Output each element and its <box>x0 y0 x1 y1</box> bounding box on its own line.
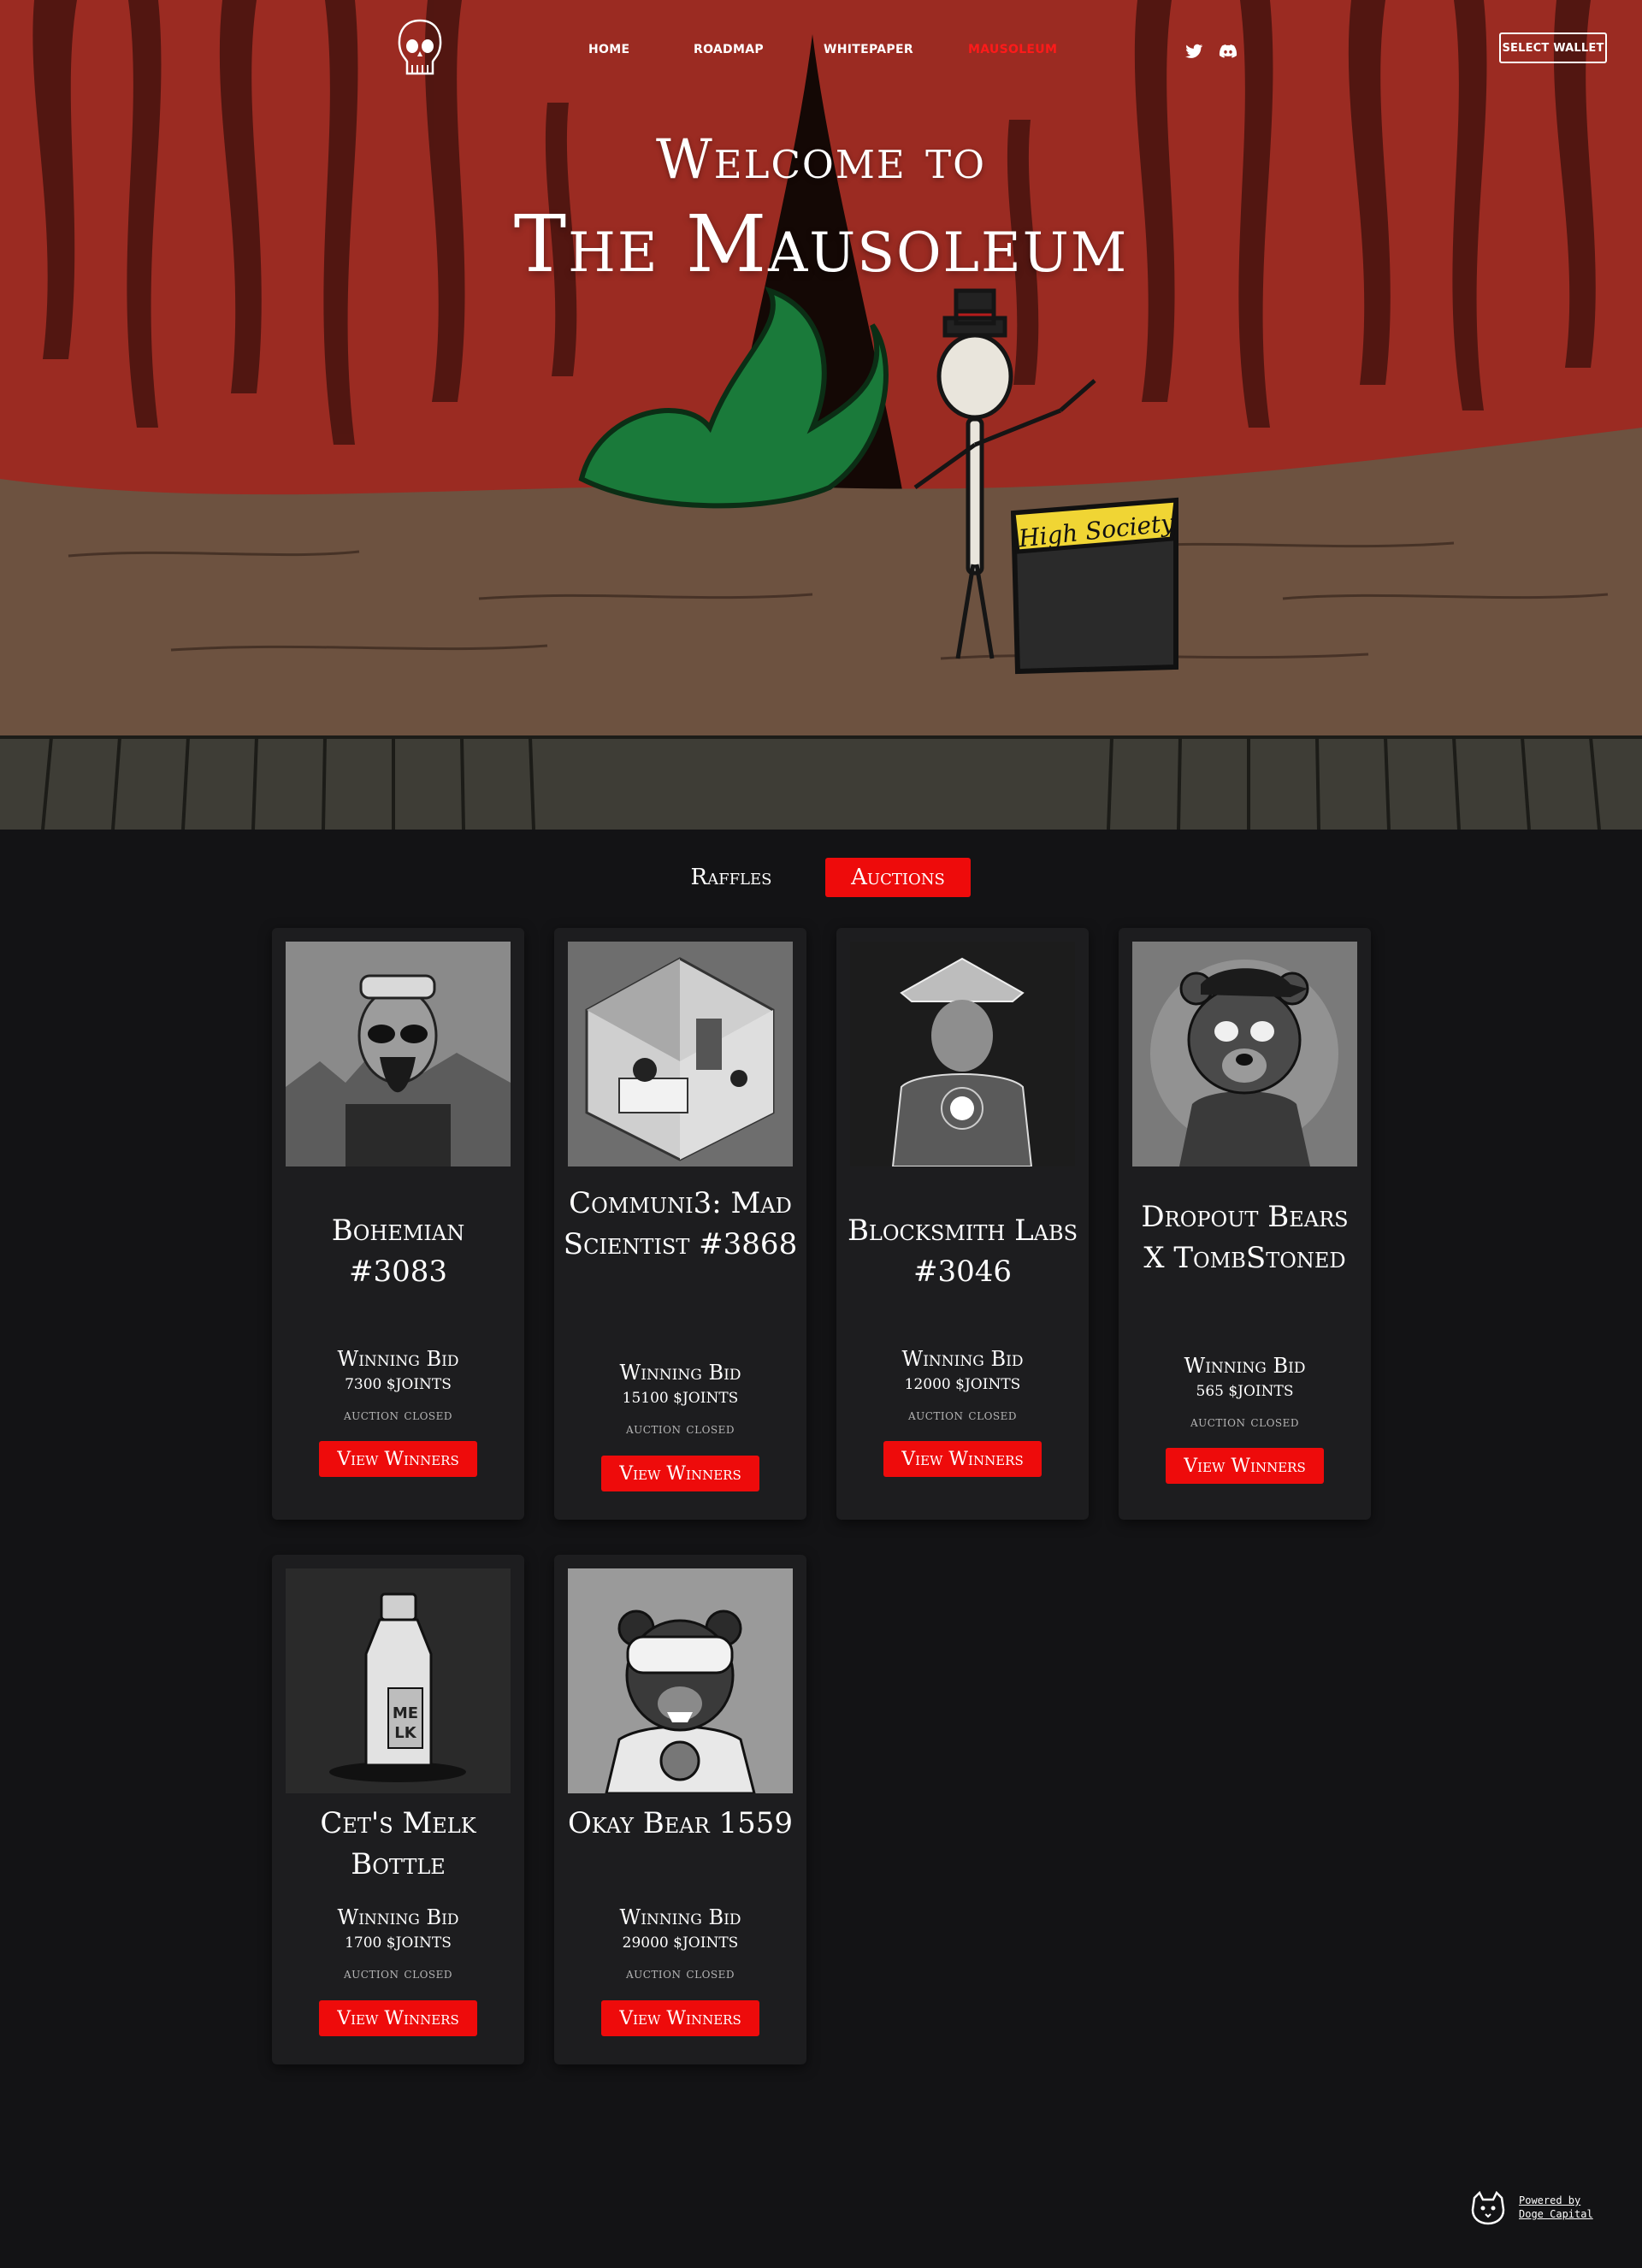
hero-banner: High Society HOME ROADMAP WHITEPAPER MAU… <box>0 0 1642 830</box>
nav-mausoleum[interactable]: MAUSOLEUM <box>968 43 1057 56</box>
nft-image <box>568 942 793 1166</box>
winning-bid-label: Winning Bid <box>619 1361 741 1385</box>
auction-status: auction closed <box>625 1420 735 1438</box>
card-title: Communi3: Mad Scientist #3868 <box>563 1186 798 1261</box>
nft-image <box>568 1568 793 1793</box>
nav-home[interactable]: HOME <box>588 43 629 56</box>
auction-card: Okay Bear 1559 Winning Bid 29000 $JOINTS… <box>554 1555 806 2064</box>
card-title: Dropout Bears X TombStoned <box>1141 1200 1349 1275</box>
nav-roadmap[interactable]: ROADMAP <box>694 43 764 56</box>
nft-image <box>850 942 1075 1166</box>
card-title: Blocksmith Labs #3046 <box>847 1214 1078 1289</box>
view-winners-button[interactable]: View Winners <box>601 2000 759 2036</box>
svg-text:ME: ME <box>393 1704 418 1722</box>
nav-whitepaper[interactable]: WHITEPAPER <box>824 43 913 56</box>
winning-bid-label: Winning Bid <box>337 1347 459 1371</box>
view-winners-button[interactable]: View Winners <box>883 1441 1042 1477</box>
winning-bid-label: Winning Bid <box>337 1905 459 1929</box>
auction-card: Bohemian #3083 Winning Bid 7300 $JOINTS … <box>272 928 524 1520</box>
card-title: Okay Bear 1559 <box>567 1806 794 1840</box>
winning-bid-label: Winning Bid <box>619 1905 741 1929</box>
auction-status: auction closed <box>907 1407 1018 1424</box>
top-nav: HOME ROADMAP WHITEPAPER MAUSOLEUM SELECT… <box>0 0 1642 103</box>
view-winners-button[interactable]: View Winners <box>319 2000 477 2036</box>
auction-card: Communi3: Mad Scientist #3868 Winning Bi… <box>554 928 806 1520</box>
view-winners-button[interactable]: View Winners <box>319 1441 477 1477</box>
view-winners-button[interactable]: View Winners <box>1166 1448 1324 1484</box>
auction-card: Dropout Bears X TombStoned Winning Bid 5… <box>1119 928 1371 1520</box>
auction-status: auction closed <box>625 1965 735 1982</box>
winning-bid-label: Winning Bid <box>1184 1354 1306 1378</box>
view-winners-button[interactable]: View Winners <box>601 1456 759 1491</box>
powered-by-text: Powered by <box>1519 2194 1581 2206</box>
auction-status: auction closed <box>1190 1414 1300 1431</box>
hero-title: The Mausoleum <box>513 198 1129 290</box>
powered-by-link[interactable]: Powered by Doge Capital <box>1469 2191 1598 2225</box>
discord-icon[interactable] <box>1218 41 1238 62</box>
nft-image <box>1132 942 1357 1166</box>
hero-welcome: Welcome to <box>655 128 986 192</box>
winning-bid-value: 15100 $JOINTS <box>622 1390 739 1407</box>
nft-image <box>286 942 511 1166</box>
doge-icon <box>1471 2191 1505 2225</box>
twitter-icon[interactable] <box>1184 41 1204 62</box>
auction-status: auction closed <box>343 1965 453 1982</box>
stage-illustration: High Society <box>0 0 1642 830</box>
auction-card: ME LK Cet's Melk Bottle Winning Bid 1700… <box>272 1555 524 2064</box>
winning-bid-value: 29000 $JOINTS <box>622 1934 739 1952</box>
winning-bid-value: 12000 $JOINTS <box>904 1376 1021 1393</box>
select-wallet-button[interactable]: SELECT WALLET <box>1499 32 1607 63</box>
tabs: Raffles Auctions <box>0 858 1642 897</box>
auction-card: Blocksmith Labs #3046 Winning Bid 12000 … <box>836 928 1089 1520</box>
doge-capital-text: Doge Capital <box>1519 2208 1593 2220</box>
card-title: Bohemian #3083 <box>331 1214 465 1289</box>
winning-bid-value: 7300 $JOINTS <box>345 1376 452 1393</box>
nft-image: ME LK <box>286 1568 511 1793</box>
tab-raffles[interactable]: Raffles <box>667 858 795 897</box>
tab-auctions[interactable]: Auctions <box>825 858 971 897</box>
card-title: Cet's Melk Bottle <box>320 1806 476 1881</box>
winning-bid-value: 1700 $JOINTS <box>345 1934 452 1952</box>
winning-bid-value: 565 $JOINTS <box>1196 1383 1294 1400</box>
skull-logo-icon[interactable] <box>395 17 445 82</box>
auction-status: auction closed <box>343 1407 453 1424</box>
winning-bid-label: Winning Bid <box>901 1347 1024 1371</box>
svg-text:LK: LK <box>394 1724 416 1742</box>
